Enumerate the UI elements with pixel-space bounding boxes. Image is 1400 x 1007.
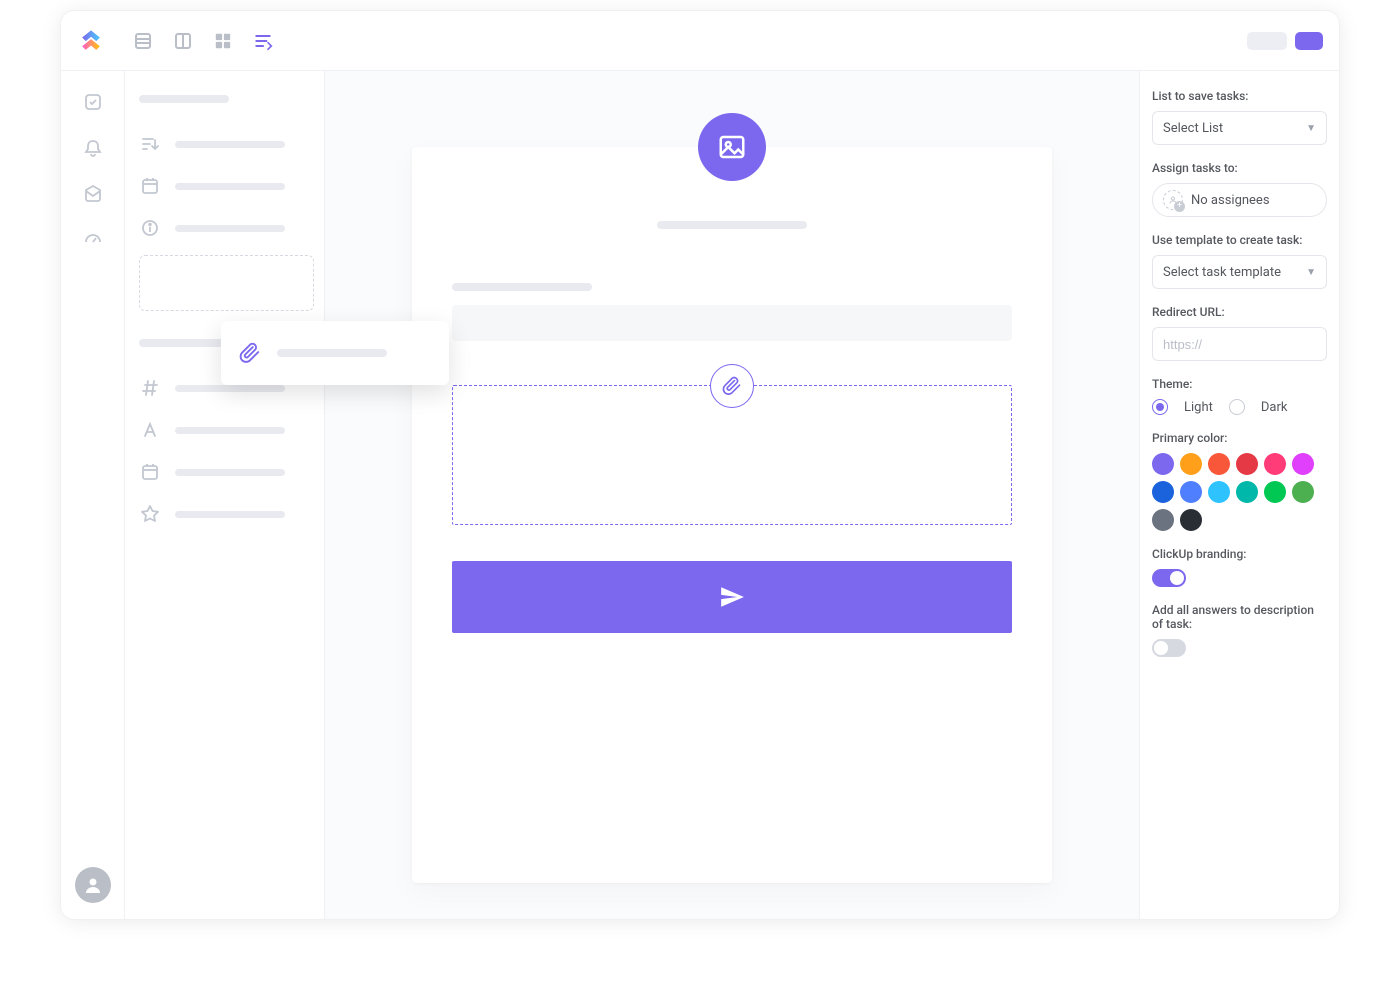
answers-label: Add all answers to description of task: [1152, 603, 1327, 631]
branding-toggle[interactable] [1152, 569, 1186, 587]
color-swatch[interactable] [1264, 481, 1286, 503]
assignee-value: No assignees [1191, 193, 1270, 208]
tasks-icon[interactable] [82, 91, 104, 113]
chevron-down-icon: ▼ [1306, 123, 1316, 134]
list-select[interactable]: Select List ▼ [1152, 111, 1327, 145]
view-form-icon[interactable] [253, 31, 273, 51]
attachment-icon [239, 342, 261, 364]
color-swatches [1152, 453, 1327, 531]
app-window: List to save tasks: Select List ▼ Assign… [60, 10, 1340, 920]
color-swatch[interactable] [1180, 481, 1202, 503]
assign-label: Assign tasks to: [1152, 161, 1327, 175]
answers-toggle[interactable] [1152, 639, 1186, 657]
field-item-rating[interactable] [125, 493, 324, 535]
notifications-icon[interactable] [82, 137, 104, 159]
topbar-button-secondary[interactable] [1247, 32, 1287, 50]
text-field-placeholder[interactable] [452, 305, 1012, 341]
color-swatch[interactable] [1236, 481, 1258, 503]
theme-dark-label: Dark [1261, 400, 1288, 415]
left-iconbar [61, 71, 125, 919]
dragging-attachment-field[interactable] [221, 321, 449, 385]
view-tabs [133, 31, 273, 51]
color-swatch[interactable] [1152, 481, 1174, 503]
topbar [61, 11, 1339, 71]
dragged-field-origin [139, 255, 314, 311]
fields-group-heading [139, 95, 229, 103]
list-save-label: List to save tasks: [1152, 89, 1327, 103]
color-swatch[interactable] [1208, 453, 1230, 475]
assignee-select[interactable]: No assignees [1152, 183, 1327, 217]
topbar-button-primary[interactable] [1295, 32, 1323, 50]
template-label: Use template to create task: [1152, 233, 1327, 247]
add-assignee-icon [1163, 190, 1183, 210]
color-swatch[interactable] [1292, 453, 1314, 475]
chevron-down-icon: ▼ [1306, 267, 1316, 278]
main-body: List to save tasks: Select List ▼ Assign… [61, 71, 1339, 919]
topbar-actions [1247, 32, 1323, 50]
attachment-icon [710, 364, 754, 408]
color-swatch[interactable] [1264, 453, 1286, 475]
field-item-sort[interactable] [125, 123, 324, 165]
theme-dark-radio[interactable] [1229, 399, 1245, 415]
redirect-url-input[interactable] [1152, 327, 1327, 361]
theme-light-label: Light [1184, 400, 1213, 415]
branding-label: ClickUp branding: [1152, 547, 1327, 561]
fields-group-heading-2 [139, 339, 229, 347]
color-swatch[interactable] [1152, 453, 1174, 475]
list-select-value: Select List [1163, 121, 1223, 136]
dashboard-icon[interactable] [82, 229, 104, 251]
form-fields-sidebar [125, 71, 325, 919]
redirect-label: Redirect URL: [1152, 305, 1327, 319]
view-grid-icon[interactable] [213, 31, 233, 51]
attachment-drop-zone[interactable] [452, 385, 1012, 525]
form-header-image-icon[interactable] [698, 113, 766, 181]
form-card [412, 147, 1052, 883]
view-board-icon[interactable] [173, 31, 193, 51]
theme-light-radio[interactable] [1152, 399, 1168, 415]
theme-label: Theme: [1152, 377, 1327, 391]
field-item-text[interactable] [125, 409, 324, 451]
form-title-placeholder[interactable] [657, 221, 807, 229]
color-swatch[interactable] [1152, 509, 1174, 531]
field-name-placeholder [277, 349, 387, 357]
template-select-value: Select task template [1163, 265, 1281, 280]
field-item-date[interactable] [125, 165, 324, 207]
color-swatch[interactable] [1292, 481, 1314, 503]
field-item-date2[interactable] [125, 451, 324, 493]
user-avatar[interactable] [75, 867, 111, 903]
color-swatch[interactable] [1180, 453, 1202, 475]
clickup-logo[interactable] [77, 27, 105, 55]
color-swatch[interactable] [1236, 453, 1258, 475]
color-swatch[interactable] [1208, 481, 1230, 503]
view-list-icon[interactable] [133, 31, 153, 51]
color-swatch[interactable] [1180, 509, 1202, 531]
inbox-icon[interactable] [82, 183, 104, 205]
template-select[interactable]: Select task template ▼ [1152, 255, 1327, 289]
field-item-info[interactable] [125, 207, 324, 249]
primary-color-label: Primary color: [1152, 431, 1327, 445]
form-canvas [325, 71, 1139, 919]
field-label-placeholder[interactable] [452, 283, 592, 291]
form-settings-panel: List to save tasks: Select List ▼ Assign… [1139, 71, 1339, 919]
submit-button[interactable] [452, 561, 1012, 633]
